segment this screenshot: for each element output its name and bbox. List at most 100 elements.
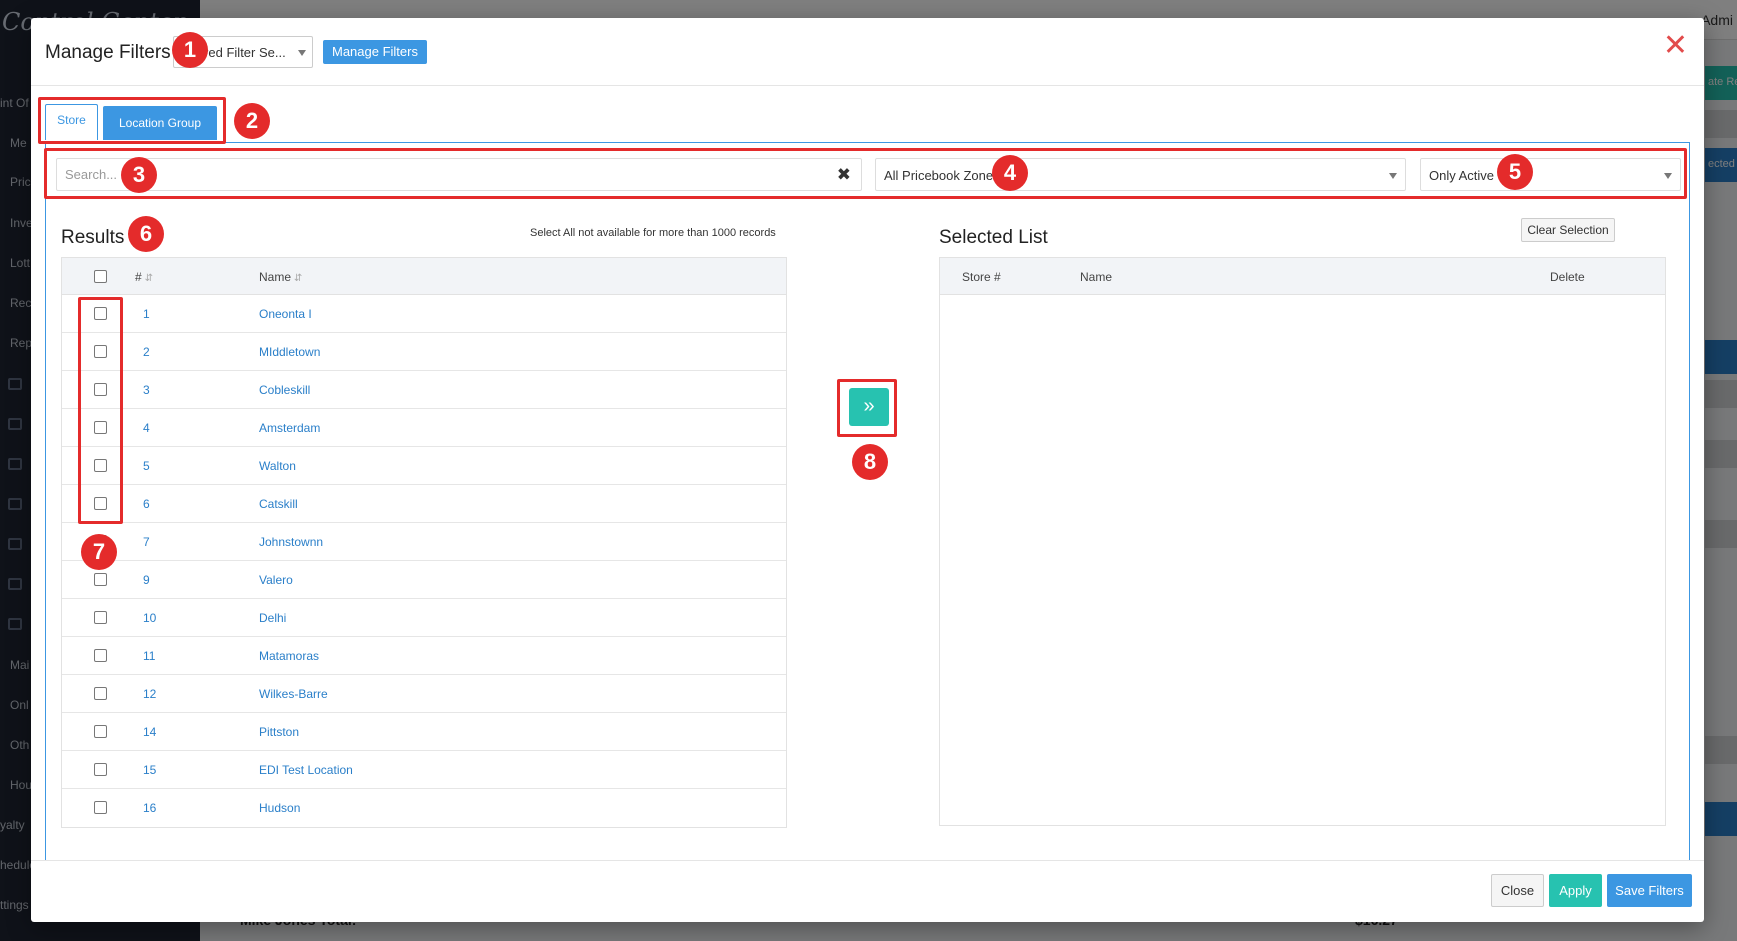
col-header-name[interactable]: Name ⇵ bbox=[259, 270, 302, 284]
row-checkbox[interactable] bbox=[94, 345, 107, 358]
selected-list-table: Store # Name Delete bbox=[939, 257, 1666, 826]
pricebook-zone-select[interactable]: All Pricebook Zone bbox=[875, 158, 1406, 191]
status-select[interactable]: Only Active bbox=[1420, 158, 1681, 191]
row-number[interactable]: 16 bbox=[143, 801, 156, 815]
row-checkbox[interactable] bbox=[94, 307, 107, 320]
modal-title: Manage Filters bbox=[45, 42, 171, 63]
row-checkbox[interactable] bbox=[94, 383, 107, 396]
caret-down-icon bbox=[1664, 173, 1672, 179]
row-checkbox[interactable] bbox=[94, 725, 107, 738]
apply-button[interactable]: Apply bbox=[1549, 874, 1602, 907]
clear-selection-button[interactable]: Clear Selection bbox=[1521, 218, 1615, 242]
row-checkbox[interactable] bbox=[94, 573, 107, 586]
sort-icon: ⇵ bbox=[144, 273, 154, 284]
table-row: 14 Pittston bbox=[62, 713, 786, 751]
table-row: 11 Matamoras bbox=[62, 637, 786, 675]
table-row: 10 Delhi bbox=[62, 599, 786, 637]
selected-list-title: Selected List bbox=[939, 227, 1048, 248]
row-number[interactable]: 7 bbox=[143, 535, 150, 549]
close-icon[interactable]: ✕ bbox=[1663, 31, 1688, 61]
row-checkbox[interactable] bbox=[94, 421, 107, 434]
col-header-store-number: Store # bbox=[962, 270, 1001, 284]
clear-search-icon[interactable]: ✖ bbox=[837, 165, 851, 185]
row-name[interactable]: Delhi bbox=[259, 611, 286, 625]
table-row: 3 Cobleskill bbox=[62, 371, 786, 409]
caret-down-icon bbox=[298, 50, 306, 56]
selected-table-header: Store # Name Delete bbox=[940, 258, 1665, 295]
modal-footer: Close Apply Save Filters bbox=[31, 860, 1704, 922]
row-number[interactable]: 4 bbox=[143, 421, 150, 435]
row-number[interactable]: 3 bbox=[143, 383, 150, 397]
col-header-delete: Delete bbox=[1550, 270, 1585, 284]
annotation-badge: 7 bbox=[81, 534, 117, 570]
row-name[interactable]: Valero bbox=[259, 573, 293, 587]
annotation-badge: 3 bbox=[121, 157, 157, 193]
double-chevron-right-icon: » bbox=[863, 395, 875, 417]
row-checkbox[interactable] bbox=[94, 497, 107, 510]
manage-filters-button[interactable]: Manage Filters bbox=[323, 40, 427, 64]
search-box: ✖ bbox=[56, 158, 862, 191]
annotation-badge: 1 bbox=[172, 32, 208, 68]
col-header-number[interactable]: # ⇵ bbox=[135, 270, 153, 284]
save-filters-button[interactable]: Save Filters bbox=[1607, 874, 1692, 907]
row-name[interactable]: Catskill bbox=[259, 497, 298, 511]
table-row: 4 Amsterdam bbox=[62, 409, 786, 447]
results-title: Results bbox=[61, 227, 125, 248]
row-name[interactable]: Wilkes-Barre bbox=[259, 687, 328, 701]
modal-header: Manage Filters Saved Filter Se... Manage… bbox=[31, 18, 1704, 86]
row-name[interactable]: EDI Test Location bbox=[259, 763, 353, 777]
row-number[interactable]: 15 bbox=[143, 763, 156, 777]
results-table-header: # ⇵ Name ⇵ bbox=[62, 258, 786, 295]
annotation-badge: 4 bbox=[992, 155, 1028, 191]
col-header-name: Name bbox=[1080, 270, 1113, 284]
row-number[interactable]: 14 bbox=[143, 725, 156, 739]
row-number[interactable]: 9 bbox=[143, 573, 150, 587]
row-checkbox[interactable] bbox=[94, 801, 107, 814]
row-name[interactable]: Walton bbox=[259, 459, 296, 473]
filter-panel: ✖ All Pricebook Zone Only Active Results… bbox=[45, 142, 1690, 861]
row-name[interactable]: Oneonta I bbox=[259, 307, 312, 321]
caret-down-icon bbox=[1389, 173, 1397, 179]
select-all-checkbox[interactable] bbox=[94, 270, 107, 283]
tab-location-group[interactable]: Location Group bbox=[103, 106, 217, 140]
row-name[interactable]: Matamoras bbox=[259, 649, 319, 663]
annotation-badge: 5 bbox=[1497, 154, 1533, 190]
close-button[interactable]: Close bbox=[1491, 874, 1544, 907]
search-input[interactable] bbox=[57, 159, 827, 190]
annotation-badge: 2 bbox=[234, 103, 270, 139]
row-name[interactable]: Amsterdam bbox=[259, 421, 320, 435]
sort-icon: ⇵ bbox=[294, 273, 303, 284]
table-row: 7 Johnstownn bbox=[62, 523, 786, 561]
row-number[interactable]: 2 bbox=[143, 345, 150, 359]
table-row: 1 Oneonta I bbox=[62, 295, 786, 333]
row-name[interactable]: Pittston bbox=[259, 725, 299, 739]
row-checkbox[interactable] bbox=[94, 763, 107, 776]
annotation-badge: 6 bbox=[128, 216, 164, 252]
results-table: # ⇵ Name ⇵ 1 Oneonta I 2 MIddletown 3 Coblesk… bbox=[61, 257, 787, 828]
row-checkbox[interactable] bbox=[94, 611, 107, 624]
row-name[interactable]: Hudson bbox=[259, 801, 300, 815]
row-number[interactable]: 5 bbox=[143, 459, 150, 473]
table-row: 6 Catskill bbox=[62, 485, 786, 523]
table-row: 15 EDI Test Location bbox=[62, 751, 786, 789]
row-name[interactable]: Cobleskill bbox=[259, 383, 310, 397]
table-row: 12 Wilkes-Barre bbox=[62, 675, 786, 713]
row-name[interactable]: MIddletown bbox=[259, 345, 320, 359]
row-number[interactable]: 10 bbox=[143, 611, 156, 625]
table-row: 5 Walton bbox=[62, 447, 786, 485]
tab-store[interactable]: Store bbox=[45, 104, 98, 140]
row-number[interactable]: 6 bbox=[143, 497, 150, 511]
table-row: 9 Valero bbox=[62, 561, 786, 599]
row-number[interactable]: 11 bbox=[143, 649, 155, 663]
row-checkbox[interactable] bbox=[94, 459, 107, 472]
row-number[interactable]: 12 bbox=[143, 687, 156, 701]
row-checkbox[interactable] bbox=[94, 687, 107, 700]
select-all-note: Select All not available for more than 1… bbox=[530, 227, 776, 239]
pricebook-zone-value: All Pricebook Zone bbox=[884, 168, 994, 183]
table-row: 2 MIddletown bbox=[62, 333, 786, 371]
status-value: Only Active bbox=[1429, 168, 1495, 183]
row-number[interactable]: 1 bbox=[143, 307, 150, 321]
row-name[interactable]: Johnstownn bbox=[259, 535, 323, 549]
move-to-selected-button[interactable]: » bbox=[849, 388, 889, 426]
row-checkbox[interactable] bbox=[94, 649, 107, 662]
